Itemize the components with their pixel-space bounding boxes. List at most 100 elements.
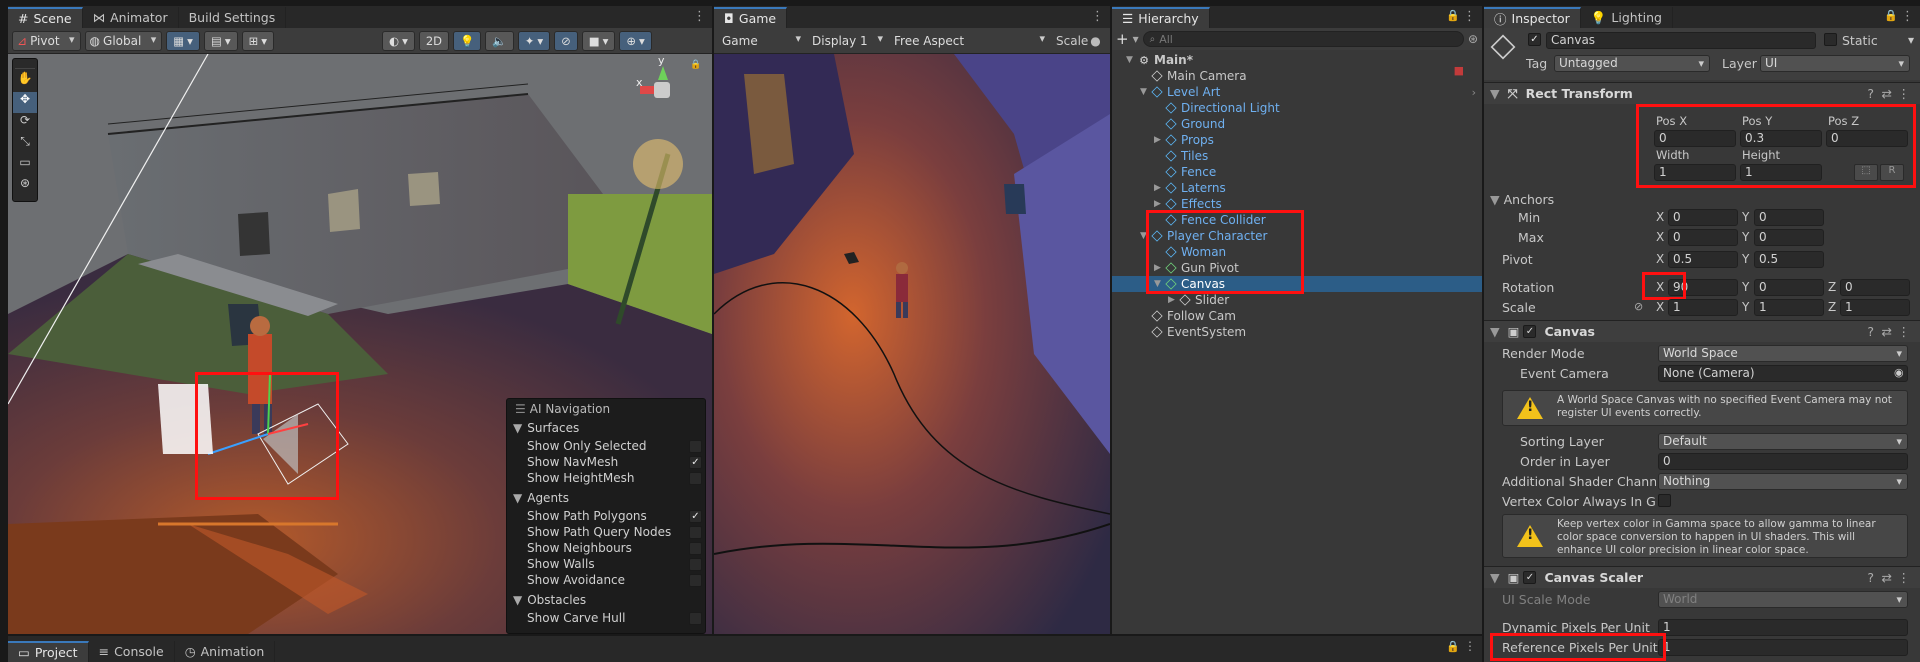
tab-console[interactable]: ≡ Console <box>88 641 175 662</box>
tab-hierarchy[interactable]: ☰ Hierarchy <box>1112 7 1210 28</box>
ai-nav-checkbox[interactable] <box>689 526 702 539</box>
canvas-scaler-header[interactable]: ▼ ▣ ✓ Canvas Scaler ? ⇄ ⋮ <box>1484 566 1920 588</box>
hand-tool-icon[interactable]: ✋ <box>13 71 37 92</box>
camera-settings-button[interactable]: ■ ▾ <box>581 30 616 51</box>
foldout-open-icon[interactable]: ▼ <box>1126 55 1138 65</box>
rect-tool-icon[interactable]: ▭ <box>13 155 37 176</box>
prefab-overflow-icon[interactable]: › <box>1472 86 1476 99</box>
preset-icon[interactable]: ⇄ <box>1882 570 1892 585</box>
layer-dropdown[interactable]: UI <box>1760 55 1910 72</box>
order-in-layer-field[interactable]: 0 <box>1658 453 1908 470</box>
reference-pixels-field[interactable]: 1 <box>1658 639 1908 656</box>
hierarchy-item[interactable]: EventSystem <box>1112 324 1482 340</box>
ai-nav-checkbox[interactable] <box>689 574 702 587</box>
static-checkbox[interactable] <box>1824 33 1837 46</box>
active-checkbox[interactable]: ✓ <box>1528 33 1541 46</box>
hierarchy-item[interactable]: ▶ Slider <box>1112 292 1482 308</box>
shader-channels-dropdown[interactable]: Nothing <box>1658 473 1908 490</box>
foldout-closed-icon[interactable]: ▶ <box>1154 199 1166 209</box>
tag-dropdown[interactable]: Untagged <box>1554 55 1710 72</box>
kebab-menu-icon[interactable]: ⋮ <box>1463 9 1476 24</box>
visibility-button[interactable]: ⊘ <box>554 30 578 51</box>
max-x-field[interactable]: 0 <box>1668 229 1738 246</box>
hierarchy-item[interactable]: Tiles <box>1112 148 1482 164</box>
pivot-dropdown[interactable]: ⊿ Pivot <box>12 30 81 51</box>
game-view-dropdown[interactable]: Game <box>718 30 806 51</box>
tab-game[interactable]: ◘ Game <box>714 7 788 28</box>
effects-button[interactable]: ✦ ▾ <box>517 30 551 51</box>
lock-icon[interactable]: 🔒 <box>1884 9 1898 22</box>
kebab-menu-icon[interactable]: ⋮ <box>1901 9 1914 24</box>
mode-2d-button[interactable]: 2D <box>418 30 450 51</box>
tab-animator[interactable]: ⋈ Animator <box>82 7 179 28</box>
hierarchy-item[interactable]: ▶ Props <box>1112 132 1482 148</box>
component-menu-icon[interactable]: ⋮ <box>1898 324 1911 339</box>
shading-mode-button[interactable]: ◐ ▾ <box>382 30 415 51</box>
canvas-scaler-enabled-checkbox[interactable]: ✓ <box>1523 571 1537 584</box>
hierarchy-item[interactable]: Directional Light <box>1112 100 1482 116</box>
hierarchy-item[interactable]: Fence <box>1112 164 1482 180</box>
rect-transform-header[interactable]: ▼ ⤧ Rect Transform ? ⇄ ⋮ <box>1484 82 1920 104</box>
constrain-proportions-icon[interactable]: ⊘ <box>1634 300 1643 313</box>
help-icon[interactable]: ? <box>1867 86 1874 101</box>
scale-z-field[interactable]: 1 <box>1840 299 1910 316</box>
vertex-color-checkbox[interactable] <box>1658 494 1671 507</box>
ai-nav-checkbox[interactable] <box>689 542 702 555</box>
ui-scale-mode-dropdown[interactable]: World <box>1658 591 1908 608</box>
grid-button[interactable]: ▤ ▾ <box>203 30 238 51</box>
help-icon[interactable]: ? <box>1867 324 1874 339</box>
pivot-y-field[interactable]: 0.5 <box>1754 251 1824 268</box>
tab-build-settings[interactable]: Build Settings <box>178 7 287 28</box>
kebab-menu-icon[interactable]: ⋮ <box>693 9 706 24</box>
ai-nav-checkbox[interactable]: ✓ <box>689 510 702 523</box>
tab-lighting[interactable]: 💡 Lighting <box>1580 7 1673 28</box>
preset-icon[interactable]: ⇄ <box>1882 324 1892 339</box>
hierarchy-item[interactable]: ▼ ⚙ Main* <box>1112 52 1482 68</box>
ai-nav-checkbox[interactable] <box>689 612 702 625</box>
ai-nav-section-1[interactable]: ▼ Agents <box>513 491 569 505</box>
kebab-menu-icon[interactable]: ⋮ <box>1091 9 1104 24</box>
max-y-field[interactable]: 0 <box>1754 229 1824 246</box>
aspect-dropdown[interactable]: Free Aspect <box>890 30 1050 51</box>
ai-nav-section-0[interactable]: ▼ Surfaces <box>513 421 579 435</box>
ai-nav-checkbox[interactable] <box>689 440 702 453</box>
ai-nav-checkbox[interactable]: ✓ <box>689 456 702 469</box>
min-y-field[interactable]: 0 <box>1754 209 1824 226</box>
ai-nav-checkbox[interactable] <box>689 472 702 485</box>
hierarchy-item[interactable]: ▶ Laterns <box>1112 180 1482 196</box>
foldout-closed-icon[interactable]: ▶ <box>1154 135 1166 145</box>
display-dropdown[interactable]: Display 1 <box>808 30 888 51</box>
lock-icon[interactable]: 🔒 <box>1446 640 1460 653</box>
lock-icon[interactable]: 🔒 <box>690 60 701 70</box>
hierarchy-item[interactable]: Follow Cam <box>1112 308 1482 324</box>
static-dropdown-icon[interactable]: ▾ <box>1908 33 1914 47</box>
foldout-closed-icon[interactable]: ▶ <box>1168 295 1180 305</box>
scene-gizmo[interactable]: y x 🔒 <box>628 54 701 134</box>
component-menu-icon[interactable]: ⋮ <box>1898 86 1911 101</box>
help-icon[interactable]: ? <box>1867 570 1874 585</box>
rotation-z-field[interactable]: 0 <box>1840 279 1910 296</box>
hierarchy-item[interactable]: Main Camera <box>1112 68 1482 84</box>
grid-snap-button[interactable]: ▦ ▾ <box>166 30 200 51</box>
transform-tool-icon[interactable]: ⊛ <box>13 176 37 197</box>
object-picker-icon[interactable]: ◉ <box>1894 366 1904 379</box>
sorting-layer-dropdown[interactable]: Default <box>1658 433 1908 450</box>
hierarchy-item[interactable]: Ground <box>1112 116 1482 132</box>
scene-viewport[interactable]: y x 🔒 ✋ ✥ ⟳ ⤡ ▭ ⊛ ☰ AI Navigation ▼ Surfac… <box>8 54 712 634</box>
rotation-y-field[interactable]: 0 <box>1754 279 1824 296</box>
add-icon[interactable]: + <box>1116 30 1129 48</box>
search-input[interactable]: ⌕ All <box>1142 31 1464 47</box>
scale-slider-icon[interactable]: ● <box>1090 34 1100 48</box>
scale-tool-icon[interactable]: ⤡ <box>13 134 37 155</box>
hierarchy-item[interactable]: ▼ Level Art <box>1112 84 1482 100</box>
overlay-title[interactable]: ☰ AI Navigation <box>515 402 610 416</box>
scale-x-field[interactable]: 1 <box>1668 299 1738 316</box>
foldout-closed-icon[interactable]: ▶ <box>1154 183 1166 193</box>
game-viewport[interactable] <box>714 54 1110 634</box>
lock-icon[interactable]: 🔒 <box>1446 9 1460 22</box>
event-camera-field[interactable]: None (Camera) <box>1658 365 1908 382</box>
object-name-field[interactable]: Canvas <box>1546 32 1816 49</box>
gizmos-button[interactable]: ⊕ ▾ <box>619 30 652 51</box>
ai-nav-checkbox[interactable] <box>689 558 702 571</box>
lighting-toggle-button[interactable]: 💡 <box>453 30 482 51</box>
